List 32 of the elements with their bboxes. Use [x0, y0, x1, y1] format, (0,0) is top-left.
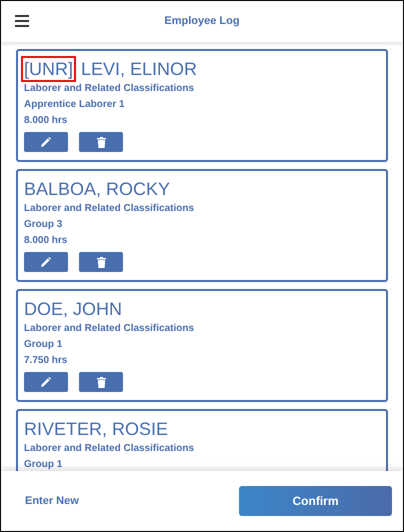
trash-icon — [96, 136, 106, 148]
employee-name: BALBOA, ROCKY — [24, 178, 170, 200]
confirm-button[interactable]: Confirm — [239, 486, 392, 516]
classification-text: Laborer and Related Classifications — [24, 442, 194, 456]
hours-text: 8.000 hrs — [24, 114, 68, 128]
group-text: Apprentice Laborer 1 — [24, 98, 125, 112]
hours-text: 8.000 hrs — [24, 234, 68, 248]
delete-button[interactable] — [79, 372, 123, 392]
enter-new-link[interactable]: Enter New — [25, 492, 79, 510]
classification-text: Laborer and Related Classifications — [24, 82, 194, 96]
hours-text: 7.750 hrs — [24, 354, 68, 368]
group-text: Group 1 — [24, 338, 62, 352]
pencil-icon — [41, 257, 51, 267]
status-tag: [UNR] — [21, 56, 76, 82]
classification-text: Laborer and Related Classifications — [24, 202, 194, 216]
header-title: Employee Log — [164, 14, 240, 30]
delete-button[interactable] — [79, 132, 123, 152]
group-text: Group 1 — [24, 458, 62, 471]
delete-button[interactable] — [79, 252, 123, 272]
employee-name: RIVETER, ROSIE — [24, 418, 168, 440]
edit-button[interactable] — [24, 252, 68, 272]
classification-text: Laborer and Related Classifications — [24, 322, 194, 336]
trash-icon — [96, 376, 106, 388]
pencil-icon — [41, 137, 51, 147]
group-text: Group 3 — [24, 218, 62, 232]
edit-button[interactable] — [24, 132, 68, 152]
employee-name: DOE, JOHN — [24, 298, 122, 320]
edit-button[interactable] — [24, 372, 68, 392]
trash-icon — [96, 256, 106, 268]
pencil-icon — [41, 377, 51, 387]
employee-name: LEVI, ELINOR — [81, 58, 198, 80]
menu-icon[interactable] — [15, 15, 29, 27]
